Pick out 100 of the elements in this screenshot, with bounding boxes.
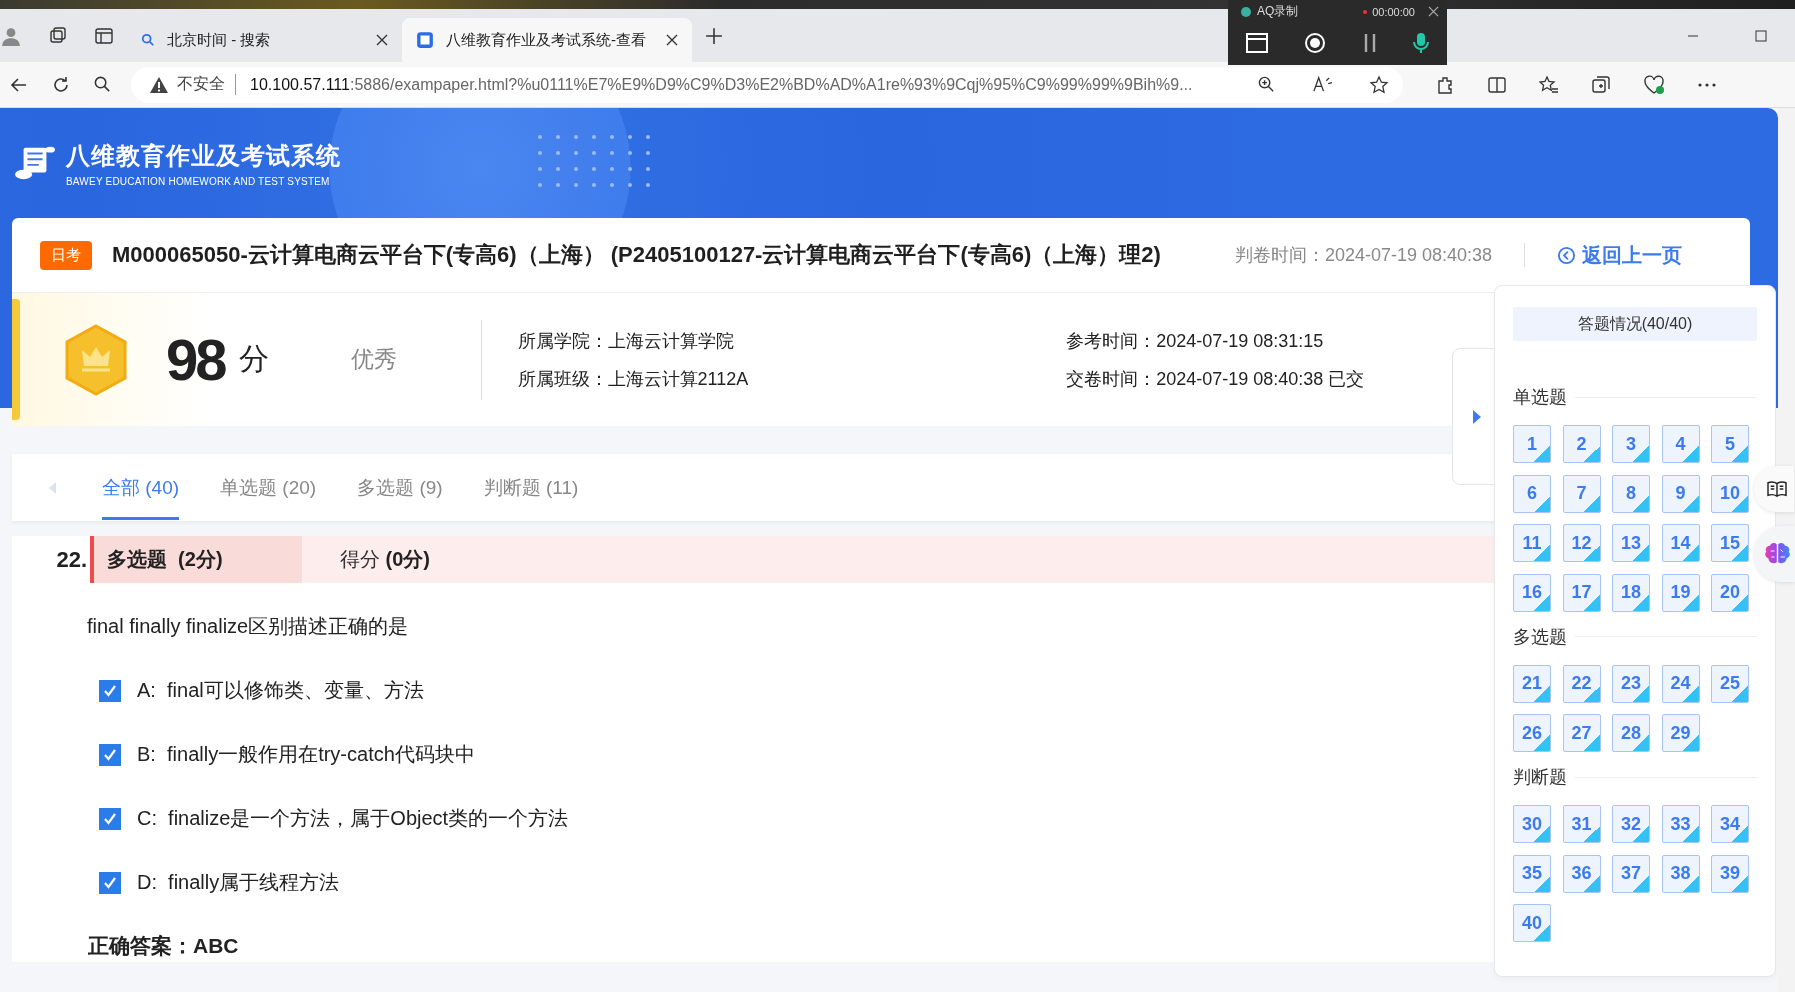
- question-nav-button[interactable]: 22: [1562, 664, 1601, 703]
- read-aloud-icon[interactable]: [1312, 75, 1333, 94]
- security-label: 不安全: [177, 74, 236, 95]
- section-title: 单选题: [1513, 386, 1567, 409]
- refresh-icon[interactable]: [51, 74, 71, 95]
- record-icon[interactable]: [1304, 31, 1327, 54]
- question-nav-button[interactable]: 12: [1562, 524, 1601, 562]
- question-number: 22.: [55, 546, 87, 573]
- question-nav-button[interactable]: 9: [1661, 474, 1700, 513]
- collections-icon[interactable]: [1591, 74, 1611, 95]
- maximize-icon[interactable]: [1755, 29, 1767, 42]
- question-nav-button[interactable]: 36: [1562, 854, 1601, 893]
- collections-icon[interactable]: [48, 25, 68, 46]
- back-link[interactable]: 返回上一页: [1557, 241, 1683, 269]
- question-tab[interactable]: 判断题 (11): [483, 455, 579, 520]
- question-nav-button[interactable]: 21: [1513, 664, 1551, 703]
- book-icon: [1766, 480, 1788, 498]
- question-nav-button[interactable]: 28: [1612, 714, 1650, 752]
- question-text: final finally finalize区别描述正确的是: [87, 614, 409, 639]
- checkbox[interactable]: [99, 871, 121, 894]
- question-nav-button[interactable]: 37: [1612, 854, 1650, 893]
- question-nav-button[interactable]: 20: [1711, 573, 1749, 612]
- question-nav-button[interactable]: 1: [1513, 425, 1551, 463]
- question-nav-button[interactable]: 15: [1711, 524, 1749, 562]
- question-nav-button[interactable]: 40: [1513, 904, 1551, 942]
- site-subtitle: BAWEY EDUCATION HOMEWORK AND TEST SYSTEM: [66, 175, 331, 187]
- time-text: 参考时间：2024-07-19 08:31:15: [1066, 329, 1325, 353]
- question-nav-button[interactable]: 23: [1612, 664, 1650, 703]
- question-type: 多选题 (2分): [94, 536, 302, 583]
- question-nav-button[interactable]: 2: [1562, 425, 1601, 463]
- question-tab[interactable]: 全部 (40): [102, 455, 180, 520]
- checkbox[interactable]: [99, 679, 121, 702]
- url-text: 10.100.57.111:5886/exampaper.html?%u0111%E7%E9%D9%C9%D3%E2%BD%AD%A1re%93%9Cqj%95%C9%99%99%9Bih%9...: [249, 75, 1193, 94]
- question-tab[interactable]: 单选题 (20): [220, 455, 317, 520]
- question-nav-button[interactable]: 14: [1661, 524, 1700, 562]
- question-nav-button[interactable]: 5: [1711, 425, 1749, 463]
- question-nav-button[interactable]: 6: [1513, 474, 1551, 513]
- new-tab-icon[interactable]: [705, 26, 723, 45]
- back-circle-icon: [1557, 245, 1577, 265]
- info-text: 所属班级：上海云计算2112A: [517, 367, 749, 391]
- search-icon[interactable]: [93, 75, 112, 94]
- caret-icon: [1472, 408, 1482, 425]
- question-nav-button[interactable]: 7: [1562, 474, 1601, 513]
- score-grade: 优秀: [350, 345, 397, 374]
- close-icon[interactable]: [666, 34, 678, 46]
- recording-time: 00:00:00: [1372, 5, 1415, 18]
- logo-icon: [14, 144, 56, 182]
- info-text: 所属学院：上海云计算学院: [517, 329, 735, 353]
- exam-title: M000065050-云计算电商云平台下(专高6)（上海） (P2405100127-云计算电商云平台下(专高6)（上海）理2): [112, 241, 1161, 269]
- question-nav-button[interactable]: 18: [1612, 573, 1650, 612]
- checkbox[interactable]: [99, 807, 121, 830]
- question-nav-button[interactable]: 26: [1513, 714, 1551, 752]
- section-title: 判断题: [1513, 766, 1567, 789]
- page-icon: [416, 31, 434, 49]
- question-nav-button[interactable]: 3: [1612, 425, 1650, 463]
- tab-actions-icon[interactable]: [94, 25, 114, 46]
- question-nav-button[interactable]: 32: [1612, 805, 1650, 843]
- medal-icon: [64, 323, 128, 396]
- question-nav-button[interactable]: 8: [1612, 474, 1650, 513]
- question-nav-button[interactable]: 25: [1711, 664, 1749, 703]
- close-icon[interactable]: [1428, 6, 1439, 17]
- section-title: 多选题: [1513, 625, 1567, 649]
- question-nav-button[interactable]: 10: [1711, 474, 1749, 513]
- split-screen-icon[interactable]: [1487, 74, 1507, 95]
- option-text: A: final可以修饰类、变量、方法: [137, 678, 424, 703]
- close-icon[interactable]: [376, 34, 388, 46]
- question-nav-button[interactable]: 27: [1562, 714, 1601, 752]
- question-nav-button[interactable]: 34: [1711, 805, 1749, 843]
- checkbox[interactable]: [99, 743, 121, 766]
- question-nav-button[interactable]: 31: [1562, 805, 1601, 843]
- question-nav-button[interactable]: 30: [1513, 805, 1551, 843]
- check-icon: [103, 747, 117, 762]
- zoom-icon[interactable]: [1257, 75, 1276, 94]
- option-text: C: finalize是一个方法，属于Object类的一个方法: [137, 806, 569, 831]
- star-icon[interactable]: [1369, 74, 1389, 95]
- question-nav-button[interactable]: 17: [1562, 573, 1601, 612]
- question-nav-button[interactable]: 24: [1661, 664, 1700, 703]
- question-nav-button[interactable]: 19: [1661, 573, 1700, 612]
- question-tab[interactable]: 多选题 (9): [357, 455, 443, 520]
- heart-pulse-icon[interactable]: [1643, 74, 1665, 95]
- question-nav-button[interactable]: 33: [1661, 805, 1700, 843]
- more-icon[interactable]: [1697, 81, 1717, 88]
- browser-tab[interactable]: 北京时间 - 搜索: [127, 18, 402, 62]
- pause-icon[interactable]: [1362, 32, 1377, 53]
- address-bar[interactable]: 不安全 10.100.57.111:5886/exampaper.html?%u0111%E7%E9%D9%C9%D3%E2%BD%AD%A1re%93%9Cqj%95%C9%99%99%9Bih%9...: [131, 66, 1403, 103]
- browser-tab[interactable]: 八维教育作业及考试系统-查看: [402, 18, 692, 62]
- question-nav-button[interactable]: 16: [1513, 573, 1551, 612]
- question-nav-button[interactable]: 35: [1513, 854, 1551, 893]
- extensions-icon[interactable]: [1435, 74, 1455, 95]
- option-text: B: finally一般作用在try-catch代码块中: [137, 742, 475, 767]
- favorites-icon[interactable]: [1539, 74, 1559, 95]
- window-capture-icon[interactable]: [1246, 32, 1269, 53]
- question-nav-button[interactable]: 11: [1513, 524, 1551, 562]
- microphone-icon[interactable]: [1412, 31, 1429, 54]
- score-value: 98: [166, 330, 225, 389]
- question-nav-button[interactable]: 29: [1661, 714, 1700, 752]
- question-nav-button[interactable]: 4: [1661, 425, 1700, 463]
- question-nav-button[interactable]: 38: [1661, 854, 1700, 893]
- question-nav-button[interactable]: 39: [1711, 854, 1749, 893]
- question-nav-button[interactable]: 13: [1612, 524, 1650, 562]
